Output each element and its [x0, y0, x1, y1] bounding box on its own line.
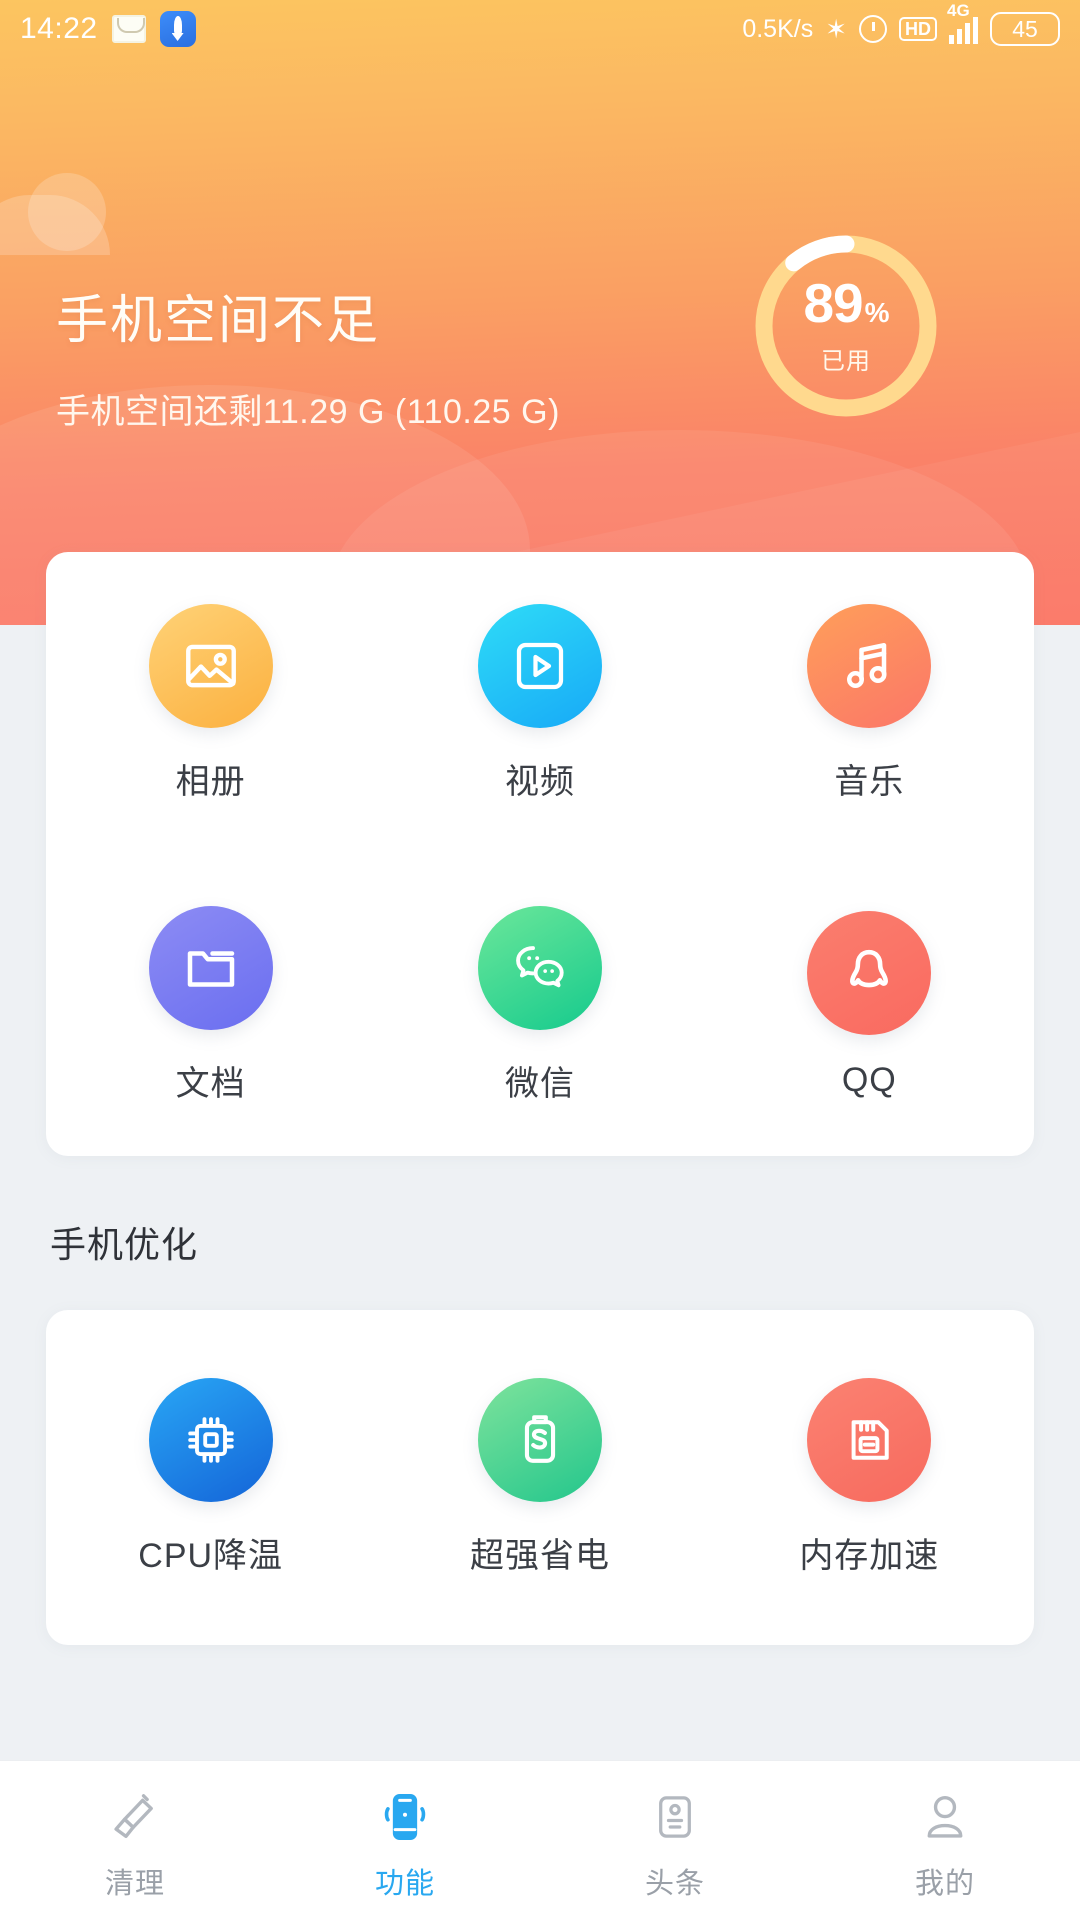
category-label: 文档 — [175, 1064, 246, 1103]
nav-item-headlines[interactable]: 头条 — [540, 1761, 810, 1920]
broom-icon — [108, 1788, 162, 1846]
ring-center-text: 89% 已用 — [752, 232, 940, 420]
file-category-row: 文档 微信 QQ — [46, 854, 1034, 1156]
phone-vibrate-icon — [378, 1788, 432, 1846]
category-label: 相册 — [175, 762, 246, 801]
file-category-card: 相册 视频 音乐 文档 微信 QQ — [46, 552, 1034, 1156]
battery-saver-icon — [477, 1378, 602, 1502]
nav-item-clean[interactable]: 清理 — [0, 1761, 270, 1920]
photo-album-icon — [148, 603, 273, 728]
hd-icon: HD — [899, 17, 937, 41]
file-category-grid: 相册 视频 音乐 文档 微信 QQ — [46, 552, 1034, 1156]
alarm-icon — [859, 15, 887, 43]
category-item-music[interactable]: 音乐 — [705, 603, 1034, 803]
status-time: 14:22 — [20, 12, 98, 45]
status-bar-left: 14:22 — [20, 11, 196, 47]
usage-label: 已用 — [821, 348, 871, 375]
category-item-video[interactable]: 视频 — [375, 603, 704, 803]
usage-percent: 89% — [803, 272, 889, 334]
file-category-row: 相册 视频 音乐 — [46, 552, 1034, 854]
page-title: 手机空间不足 — [56, 292, 381, 350]
battery-indicator: 45 — [990, 11, 1060, 47]
category-label: 微信 — [504, 1064, 575, 1103]
folder-icon — [148, 905, 273, 1030]
network-speed: 0.5K/s — [742, 14, 814, 43]
storage-subtitle: 手机空间还剩11.29 G (110.25 G) — [56, 393, 560, 431]
optimize-section-title: 手机优化 — [50, 1224, 199, 1265]
optimize-item-cpu-cooling[interactable]: CPU降温 — [46, 1378, 375, 1577]
category-item-qq[interactable]: QQ — [705, 910, 1034, 1100]
category-label: QQ — [841, 1060, 897, 1099]
nav-label: 我的 — [914, 1867, 975, 1900]
envelope-icon — [111, 15, 146, 43]
storage-usage-ring: 89% 已用 — [752, 232, 940, 420]
optimize-grid: CPU降温 超强省电 内存加速 — [46, 1310, 1034, 1645]
status-bar-right: 0.5K/s ✶ HD 4G 45 — [742, 1, 1060, 47]
nav-label: 清理 — [104, 1867, 165, 1900]
decorative-cloud — [0, 173, 110, 255]
person-icon — [918, 1788, 972, 1846]
news-card-icon — [649, 1788, 701, 1846]
app-root: 14:22 0.5K/s ✶ HD 4G 45 手机空间不足 手机空间还剩11.… — [0, 0, 1080, 1920]
nav-item-features[interactable]: 功能 — [270, 1761, 540, 1920]
optimize-label: CPU降温 — [138, 1537, 284, 1575]
rocket-icon — [159, 11, 196, 47]
optimize-item-power-saving[interactable]: 超强省电 — [375, 1378, 704, 1577]
cpu-chip-icon — [148, 1378, 273, 1502]
nav-label: 功能 — [374, 1867, 435, 1900]
nav-label: 头条 — [644, 1867, 705, 1900]
category-item-album[interactable]: 相册 — [46, 603, 375, 803]
wechat-icon — [477, 905, 602, 1030]
status-bar: 14:22 0.5K/s ✶ HD 4G 45 — [0, 0, 1080, 58]
signal-icon: 4G — [947, 1, 978, 44]
bottom-navigation: 清理 功能 头条 我的 — [0, 1760, 1080, 1920]
category-item-wechat[interactable]: 微信 — [375, 905, 704, 1105]
music-note-icon — [807, 603, 932, 728]
network-type-label: 4G — [947, 0, 970, 20]
category-item-document[interactable]: 文档 — [46, 905, 375, 1105]
memory-card-icon — [807, 1378, 932, 1502]
optimize-item-memory-boost[interactable]: 内存加速 — [705, 1378, 1034, 1577]
optimize-row: CPU降温 超强省电 内存加速 — [46, 1310, 1034, 1645]
video-play-icon — [477, 603, 602, 728]
qq-penguin-icon — [807, 910, 932, 1035]
optimize-card: CPU降温 超强省电 内存加速 — [46, 1310, 1034, 1645]
optimize-label: 内存加速 — [799, 1537, 940, 1575]
optimize-label: 超强省电 — [469, 1537, 610, 1575]
signal-bars — [949, 16, 978, 44]
bluetooth-icon: ✶ — [825, 13, 847, 44]
category-label: 音乐 — [834, 762, 905, 801]
nav-item-profile[interactable]: 我的 — [810, 1761, 1080, 1920]
category-label: 视频 — [504, 762, 575, 801]
